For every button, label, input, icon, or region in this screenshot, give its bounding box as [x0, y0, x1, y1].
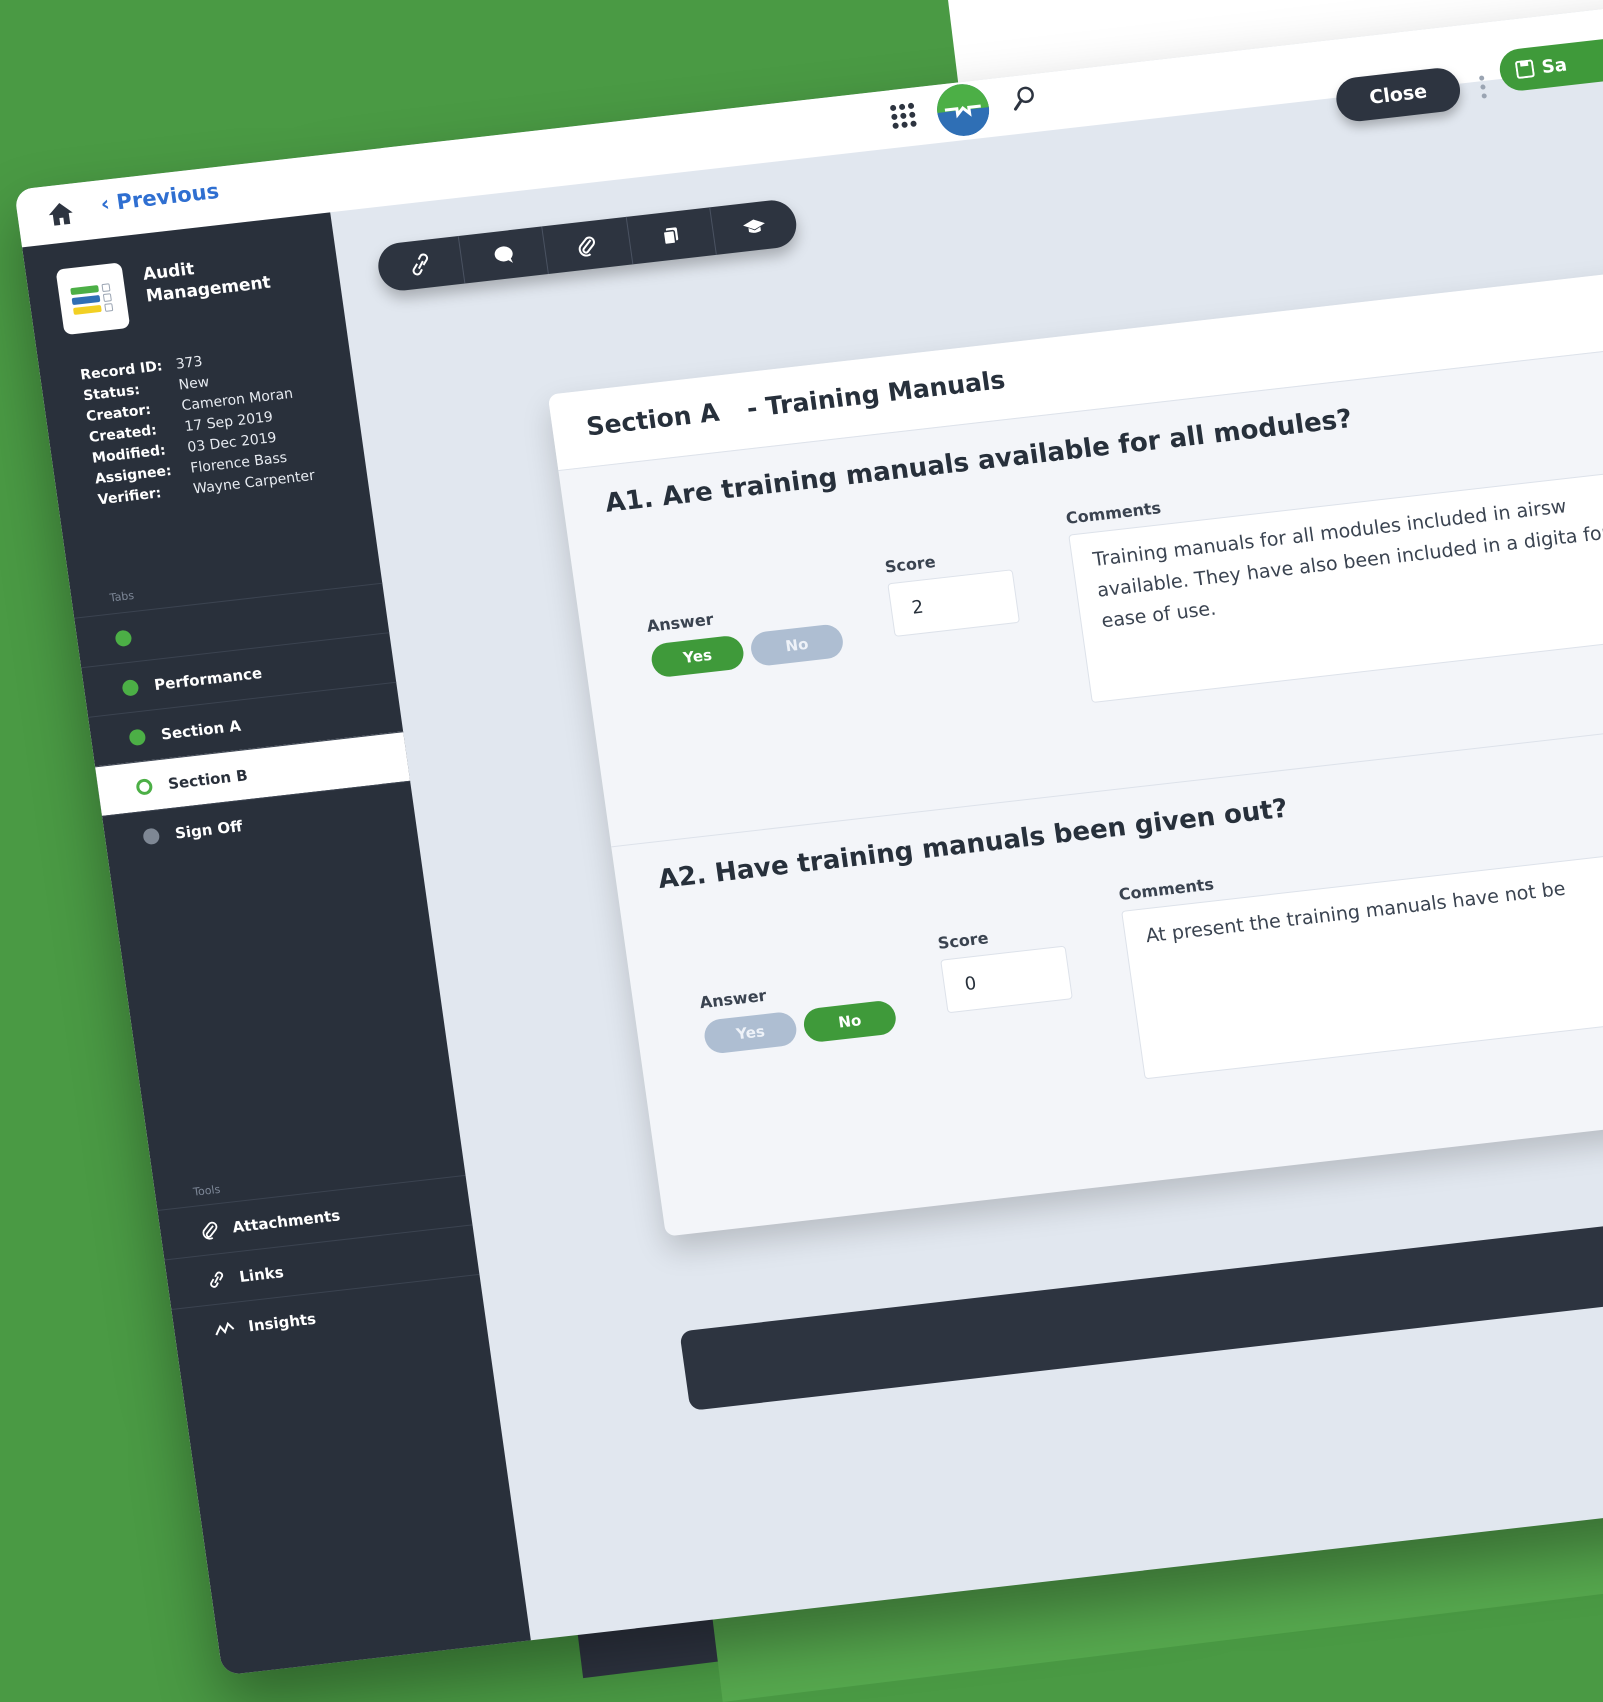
- tool-label: Links: [238, 1262, 285, 1286]
- tabs-section-label: Tabs: [108, 588, 135, 605]
- tab-label: Performance: [152, 663, 264, 694]
- section-card: Section A- Training Manuals A1. Are trai…: [547, 247, 1603, 1237]
- app-window: ‹ Previous Close Sa Audit Management Rec…: [14, 0, 1603, 1676]
- status-complete-icon: [114, 629, 133, 647]
- brand-logo[interactable]: [934, 81, 993, 138]
- record-meta-keys: Record ID: Status: Creator: Created: Mod…: [79, 356, 181, 511]
- answer-yes-button[interactable]: Yes: [649, 634, 746, 679]
- perspective-stage: ‹ Previous Close Sa Audit Management Rec…: [14, 0, 1603, 1676]
- close-button[interactable]: Close: [1333, 65, 1463, 124]
- record-toolbar: [375, 197, 800, 293]
- previous-label: Previous: [115, 178, 221, 215]
- answer-label: Answer: [698, 985, 768, 1013]
- home-icon[interactable]: [46, 200, 75, 227]
- app-title: Audit Management: [142, 250, 273, 308]
- paperclip-icon: [578, 236, 595, 257]
- search-icon[interactable]: [1009, 84, 1038, 113]
- status-active-icon: [135, 777, 154, 796]
- section-name: Section A: [584, 397, 722, 442]
- status-complete-icon: [121, 678, 140, 697]
- save-button[interactable]: Sa: [1497, 35, 1603, 93]
- top-bar: ‹ Previous Close Sa: [14, 0, 1603, 248]
- score-input[interactable]: 0: [940, 945, 1073, 1014]
- copy-icon: [662, 227, 679, 246]
- audit-app-icon: [55, 262, 131, 336]
- toolbar-comment-button[interactable]: [458, 226, 550, 284]
- tools-section-label: Tools: [192, 1182, 222, 1199]
- sidebar: Audit Management Record ID: Status: Crea…: [22, 212, 534, 1676]
- answer-no-button[interactable]: No: [748, 623, 846, 668]
- toolbar-link-button[interactable]: [375, 235, 466, 293]
- previous-link[interactable]: ‹ Previous: [99, 179, 220, 216]
- tool-label: Insights: [247, 1309, 318, 1335]
- answer-no-button[interactable]: No: [801, 999, 898, 1044]
- comments-label: Comments: [1117, 874, 1216, 905]
- toolbar-training-button[interactable]: [710, 198, 799, 255]
- score-input[interactable]: 2: [887, 569, 1021, 637]
- graduation-cap-icon: [743, 219, 766, 233]
- comment-icon: [494, 246, 513, 263]
- insights-icon: [215, 1321, 235, 1335]
- toolbar-attachment-button[interactable]: [542, 216, 633, 274]
- tab-label: Sign Off: [173, 816, 244, 843]
- section-subtitle: - Training Manuals: [744, 365, 1007, 424]
- tab-label: Section A: [159, 716, 242, 744]
- record-meta-values: 373 New Cameron Moran 17 Sep 2019 03 Dec…: [175, 341, 317, 500]
- save-label: Sa: [1540, 54, 1569, 78]
- app-grid-icon[interactable]: [889, 101, 918, 130]
- tab-label: Section B: [166, 765, 249, 793]
- chevron-left-icon: ‹: [99, 191, 112, 217]
- score-label: Score: [883, 552, 937, 577]
- status-pending-icon: [142, 827, 161, 845]
- link-icon: [210, 1271, 224, 1288]
- answer-yes-button[interactable]: Yes: [702, 1010, 799, 1055]
- answer-label: Answer: [645, 609, 715, 636]
- status-complete-icon: [128, 728, 147, 746]
- toolbar-copy-button[interactable]: [626, 207, 717, 265]
- score-label: Score: [936, 928, 990, 953]
- link-icon: [412, 253, 428, 276]
- more-options-icon[interactable]: [1478, 75, 1487, 99]
- save-icon: [1515, 59, 1535, 79]
- paperclip-icon: [202, 1221, 218, 1240]
- comments-label: Comments: [1064, 498, 1163, 528]
- tool-label: Attachments: [231, 1205, 342, 1236]
